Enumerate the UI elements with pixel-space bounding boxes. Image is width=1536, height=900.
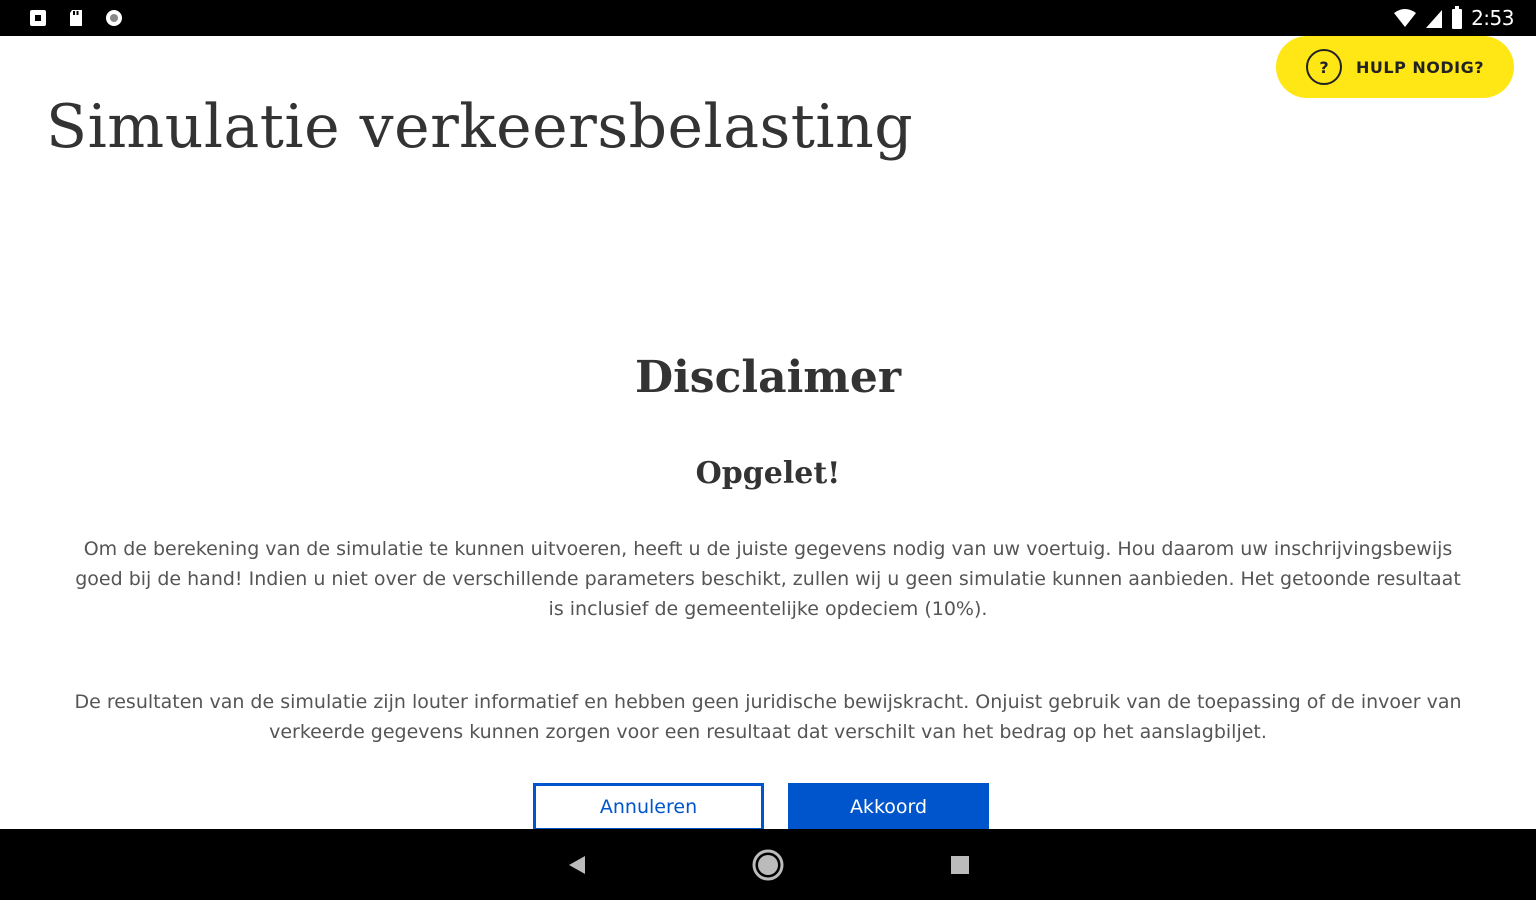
page-title: Simulatie verkeersbelasting [46, 92, 914, 162]
disclaimer-title: Disclaimer [634, 352, 902, 403]
wifi-icon [1394, 9, 1417, 27]
warning-title: Opgelet! [695, 456, 841, 491]
notification-icon [30, 10, 46, 26]
circle-icon [106, 10, 122, 26]
back-icon[interactable] [561, 849, 593, 881]
status-bar-left-icons [28, 8, 124, 28]
signal-icon [1426, 10, 1443, 28]
cancel-button[interactable]: Annuleren [533, 783, 764, 831]
accept-button[interactable]: Akkoord [788, 783, 989, 831]
status-bar-right-icons: 2:53 [1393, 6, 1514, 30]
navigation-bar [0, 829, 1536, 900]
question-icon: ? [1306, 49, 1342, 85]
status-bar: 2:53 [0, 0, 1536, 36]
status-time: 2:53 [1471, 6, 1514, 30]
help-button[interactable]: ? HULP NODIG? [1276, 36, 1514, 98]
home-icon[interactable] [752, 849, 784, 881]
recents-icon[interactable] [944, 849, 976, 881]
sd-card-icon [70, 10, 82, 26]
help-button-label: HULP NODIG? [1356, 57, 1485, 77]
battery-icon [1452, 6, 1463, 29]
disclaimer-paragraph-2: De resultaten van de simulatie zijn lout… [74, 691, 1462, 743]
disclaimer-paragraph-1: Om de berekening van de simulatie te kun… [75, 538, 1461, 620]
